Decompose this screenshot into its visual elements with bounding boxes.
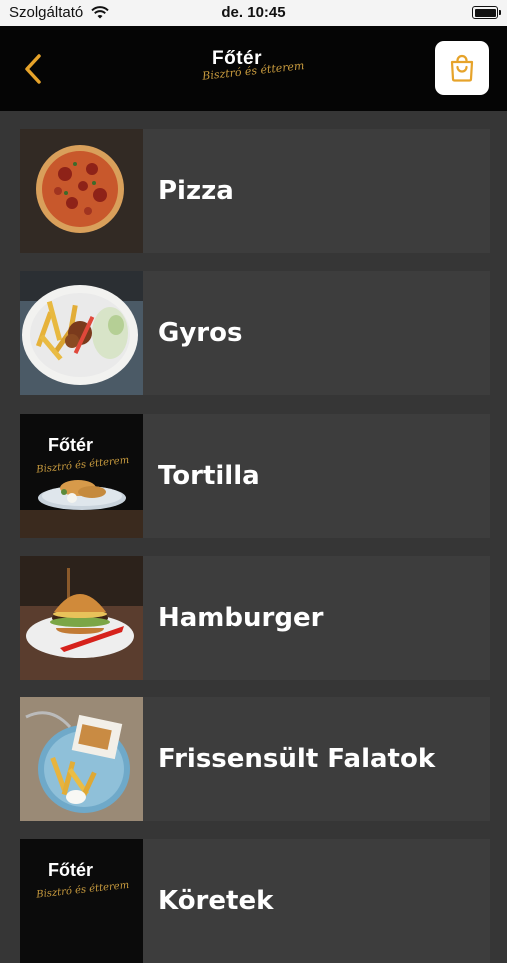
back-button[interactable]: [14, 48, 52, 90]
nav-bar: Főtér Bisztró és étterem: [0, 26, 507, 111]
category-label: Hamburger: [158, 603, 324, 633]
category-item-tortilla[interactable]: Főtér Bisztró és étterem Tortilla: [20, 414, 490, 538]
clock: de. 10:45: [221, 4, 286, 21]
fooder-logo-plate-photo: Főtér Bisztró és étterem: [20, 414, 143, 538]
category-item-koretek[interactable]: Főtér Bisztró és étterem Köretek: [20, 839, 490, 963]
brand-logo: Főtér Bisztró és étterem: [200, 48, 310, 92]
chevron-left-icon: [25, 54, 41, 84]
category-label: Tortilla: [158, 461, 260, 491]
shopping-bag-icon: [450, 54, 474, 82]
pizza-photo: [20, 129, 143, 253]
category-item-hamburger[interactable]: Hamburger: [20, 556, 490, 680]
category-label: Pizza: [158, 176, 234, 206]
category-label: Köretek: [158, 886, 274, 916]
burger-photo: [20, 556, 143, 680]
svg-text:Főtér: Főtér: [48, 435, 93, 455]
fried-plate-photo: [20, 697, 143, 821]
category-label: Gyros: [158, 318, 243, 348]
battery-icon: [472, 6, 501, 19]
category-item-pizza[interactable]: Pizza: [20, 129, 490, 253]
svg-text:Főtér: Főtér: [48, 860, 93, 880]
status-bar: Szolgáltató de. 10:45: [0, 0, 507, 26]
gyros-plate-photo: [20, 271, 143, 395]
category-item-frissensult-falatok[interactable]: Frissensült Falatok: [20, 697, 490, 821]
category-item-gyros[interactable]: Gyros: [20, 271, 490, 395]
fooder-logo-photo: Főtér Bisztró és étterem: [20, 839, 143, 963]
cart-button[interactable]: [435, 41, 489, 95]
category-label: Frissensült Falatok: [158, 744, 436, 774]
